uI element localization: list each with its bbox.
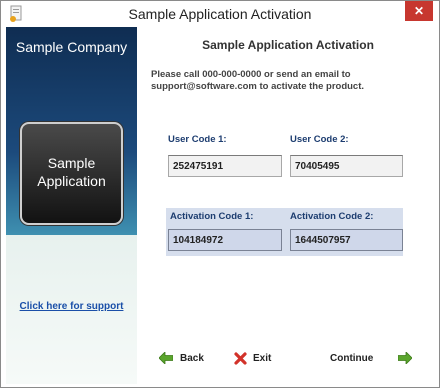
close-button[interactable]: ✕ [405,1,433,21]
company-name: Sample Company [15,39,128,55]
user-code-2-label: User Code 2: [290,134,349,145]
instruction-text: Please call 000-000-0000 or send an emai… [151,69,365,92]
activation-code-2-field[interactable]: 1644507957 [290,229,403,251]
window-title: Sample Application Activation [128,6,312,22]
activation-code-1-field[interactable]: 104184972 [168,229,282,251]
sidebar-panel: Sample Company Sample Application Click … [6,27,137,384]
app-tile: Sample Application [20,122,123,225]
page-title: Sample Application Activation [202,38,374,52]
exit-x-icon [234,351,247,365]
forward-arrow-icon [398,352,413,364]
user-code-1-field[interactable]: 252475191 [168,155,282,177]
back-arrow-icon [159,352,173,364]
activation-code-2-label: Activation Code 2: [290,211,374,222]
back-button[interactable]: Back [159,350,204,366]
exit-label: Exit [253,352,272,364]
user-code-2-field[interactable]: 70405495 [290,155,403,177]
activation-window: Sample Application Activation ✕ Sample C… [0,0,440,388]
activation-code-1-label: Activation Code 1: [170,211,254,222]
support-link[interactable]: Click here for support [6,301,137,312]
continue-label: Continue [330,352,374,364]
main-panel: Sample Application Activation Please cal… [137,27,439,384]
close-icon: ✕ [413,4,425,18]
user-code-1-label: User Code 1: [168,134,227,145]
exit-button[interactable]: Exit [234,350,271,366]
title-bar: Sample Application Activation ✕ [1,1,439,27]
back-label: Back [180,352,204,364]
continue-button[interactable]: Continue [330,350,413,366]
app-tile-name: Sample Application [37,155,106,189]
